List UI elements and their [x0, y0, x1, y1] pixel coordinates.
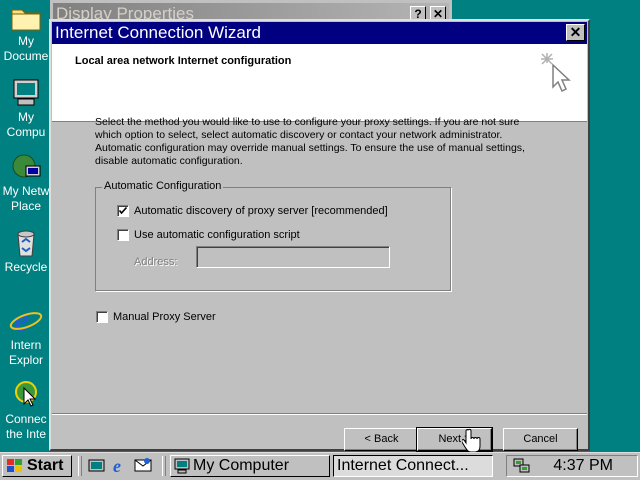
group-label: Automatic Configuration [102, 180, 224, 192]
internet-explorer-icon: e [9, 302, 43, 336]
start-button[interactable]: Start [2, 455, 72, 477]
hand-cursor-icon [462, 428, 481, 453]
start-label: Start [27, 457, 64, 474]
wizard-sparkle-cursor-icon [541, 53, 571, 93]
cancel-button[interactable]: Cancel [503, 428, 578, 451]
clock[interactable]: 4:37 PM [553, 456, 613, 476]
show-desktop-icon[interactable] [88, 458, 106, 474]
address-input[interactable] [196, 246, 390, 268]
desktop-icon-label: My [18, 110, 34, 124]
quick-launch-grip[interactable] [78, 456, 82, 476]
network-icon [12, 154, 41, 178]
internet-explorer-icon[interactable]: e [111, 456, 129, 474]
desktop-icon-label: My Netw [2, 184, 50, 198]
address-label: Address: [134, 256, 178, 268]
network-status-icon[interactable] [513, 458, 531, 474]
system-tray: 4:37 PM [506, 455, 638, 477]
computer-icon [13, 79, 39, 106]
outlook-express-icon[interactable] [134, 457, 152, 473]
manual-proxy-label[interactable]: Manual Proxy Server [113, 311, 216, 323]
desktop-icon-label: My [18, 34, 34, 48]
desktop-icon-connect-to-internet[interactable]: Connec the Inte [0, 378, 52, 442]
auto-discovery-checkbox[interactable] [117, 205, 129, 217]
wizard-header: Local area network Internet configuratio… [52, 44, 587, 122]
svg-text:e: e [113, 456, 121, 474]
close-button[interactable]: ✕ [430, 6, 446, 21]
auto-config-script-label[interactable]: Use automatic configuration script [134, 229, 300, 241]
desktop-icon-my-documents[interactable]: My Docume [0, 4, 52, 64]
task-my-computer[interactable]: My Computer [170, 455, 330, 477]
taskbar-grip[interactable] [162, 456, 166, 476]
desktop-icon-label: the Inte [5, 427, 47, 441]
wizard-close-button[interactable]: ✕ [566, 24, 585, 41]
task-label: My Computer [193, 457, 290, 474]
back-button[interactable]: < Back [344, 428, 419, 451]
wizard-page-title: Local area network Internet configuratio… [75, 55, 292, 67]
folder-icon [11, 9, 41, 31]
desktop-icon-label: Explor [8, 353, 43, 367]
button-separator [52, 413, 587, 415]
recycle-bin-icon [17, 230, 35, 257]
internet-connection-wizard: Internet Connection Wizard ✕ Local area … [49, 19, 590, 452]
computer-icon [174, 458, 190, 474]
desktop-icon-label: Intern [10, 338, 42, 352]
help-button[interactable]: ? [410, 6, 426, 21]
connect-internet-icon [15, 381, 37, 407]
taskbar: Start e My Computer Internet Connect... … [0, 452, 640, 480]
auto-discovery-label[interactable]: Automatic discovery of proxy server [rec… [134, 205, 388, 217]
desktop-icon-label: Recycle [4, 260, 48, 274]
desktop-icon-my-network-places[interactable]: My Netw Place [0, 152, 52, 214]
automatic-configuration-group: Automatic Configuration Automatic discov… [95, 180, 451, 291]
desktop-icon-label: Compu [6, 125, 46, 139]
task-internet-connection-wizard[interactable]: Internet Connect... [333, 455, 493, 477]
manual-proxy-checkbox[interactable] [96, 311, 108, 323]
desktop-icon-internet-explorer[interactable]: e Intern Explor [0, 302, 52, 368]
desktop-icon-label: Connec [5, 412, 47, 426]
desktop-icon-recycle-bin[interactable]: Recycle [0, 228, 52, 275]
auto-config-script-checkbox[interactable] [117, 229, 129, 241]
windows-logo-icon [7, 459, 22, 472]
checkmark-icon [119, 207, 127, 215]
wizard-description: Select the method you would like to use … [95, 116, 525, 167]
desktop-icon-label: Docume [3, 49, 49, 63]
task-label: Internet Connect... [337, 457, 469, 474]
desktop-icon-my-computer[interactable]: My Compu [0, 78, 52, 140]
desktop-icon-label: Place [10, 199, 42, 213]
wizard-title: Internet Connection Wizard [52, 22, 587, 44]
